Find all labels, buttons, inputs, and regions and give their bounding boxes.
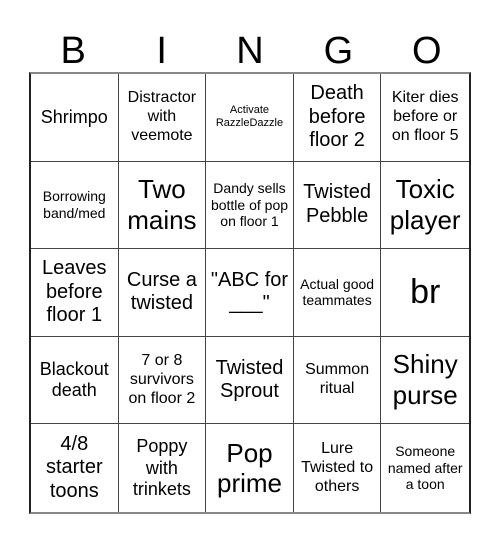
bingo-cell[interactable]: Blackout death <box>31 336 119 425</box>
bingo-cell[interactable]: Poppy with trinkets <box>119 424 207 512</box>
bingo-cell[interactable]: Activate RazzleDazzle <box>206 74 294 162</box>
bingo-cell[interactable]: Kiter dies before or on floor 5 <box>381 74 469 162</box>
bingo-cell[interactable]: Twisted Sprout <box>206 336 294 425</box>
bingo-cell[interactable]: Leaves before floor 1 <box>31 249 119 337</box>
bingo-cell[interactable]: Summon ritual <box>293 336 382 425</box>
bingo-cell[interactable]: 4/8 starter toons <box>31 424 119 512</box>
header-letter-o: O <box>412 30 442 72</box>
bingo-header: B I N G O <box>29 30 471 72</box>
bingo-grid: Shrimpo Distractor with veemote Activate… <box>29 72 471 514</box>
bingo-cell[interactable]: Shiny purse <box>381 337 469 425</box>
bingo-cell[interactable]: Death before floor 2 <box>293 74 382 162</box>
bingo-cell[interactable]: Someone named after a toon <box>381 424 469 512</box>
header-letter-g: G <box>323 30 354 72</box>
bingo-cell[interactable]: Twisted Pebble <box>293 161 382 250</box>
bingo-cell[interactable]: Borrowing band/med <box>31 161 119 250</box>
bingo-cell[interactable]: "ABC for ___" <box>206 249 294 337</box>
header-letter-i: I <box>156 30 167 72</box>
bingo-cell[interactable]: Curse a twisted <box>118 249 207 337</box>
bingo-cell[interactable]: Dandy sells bottle of pop on floor 1 <box>206 161 294 250</box>
header-letter-b: B <box>60 30 86 72</box>
bingo-cell[interactable]: 7 or 8 survivors on floor 2 <box>118 336 207 425</box>
bingo-cell[interactable]: Distractor with veemote <box>118 74 207 162</box>
bingo-cell[interactable]: Actual good teammates <box>293 249 382 337</box>
bingo-cell[interactable]: Toxic player <box>381 162 469 250</box>
bingo-cell[interactable]: br <box>381 249 469 337</box>
bingo-cell[interactable]: Pop prime <box>206 424 294 512</box>
bingo-cell[interactable]: Two mains <box>118 161 207 250</box>
bingo-cell[interactable]: Lure Twisted to others <box>294 424 382 512</box>
bingo-cell[interactable]: Shrimpo <box>31 74 119 162</box>
header-letter-n: N <box>236 30 264 72</box>
